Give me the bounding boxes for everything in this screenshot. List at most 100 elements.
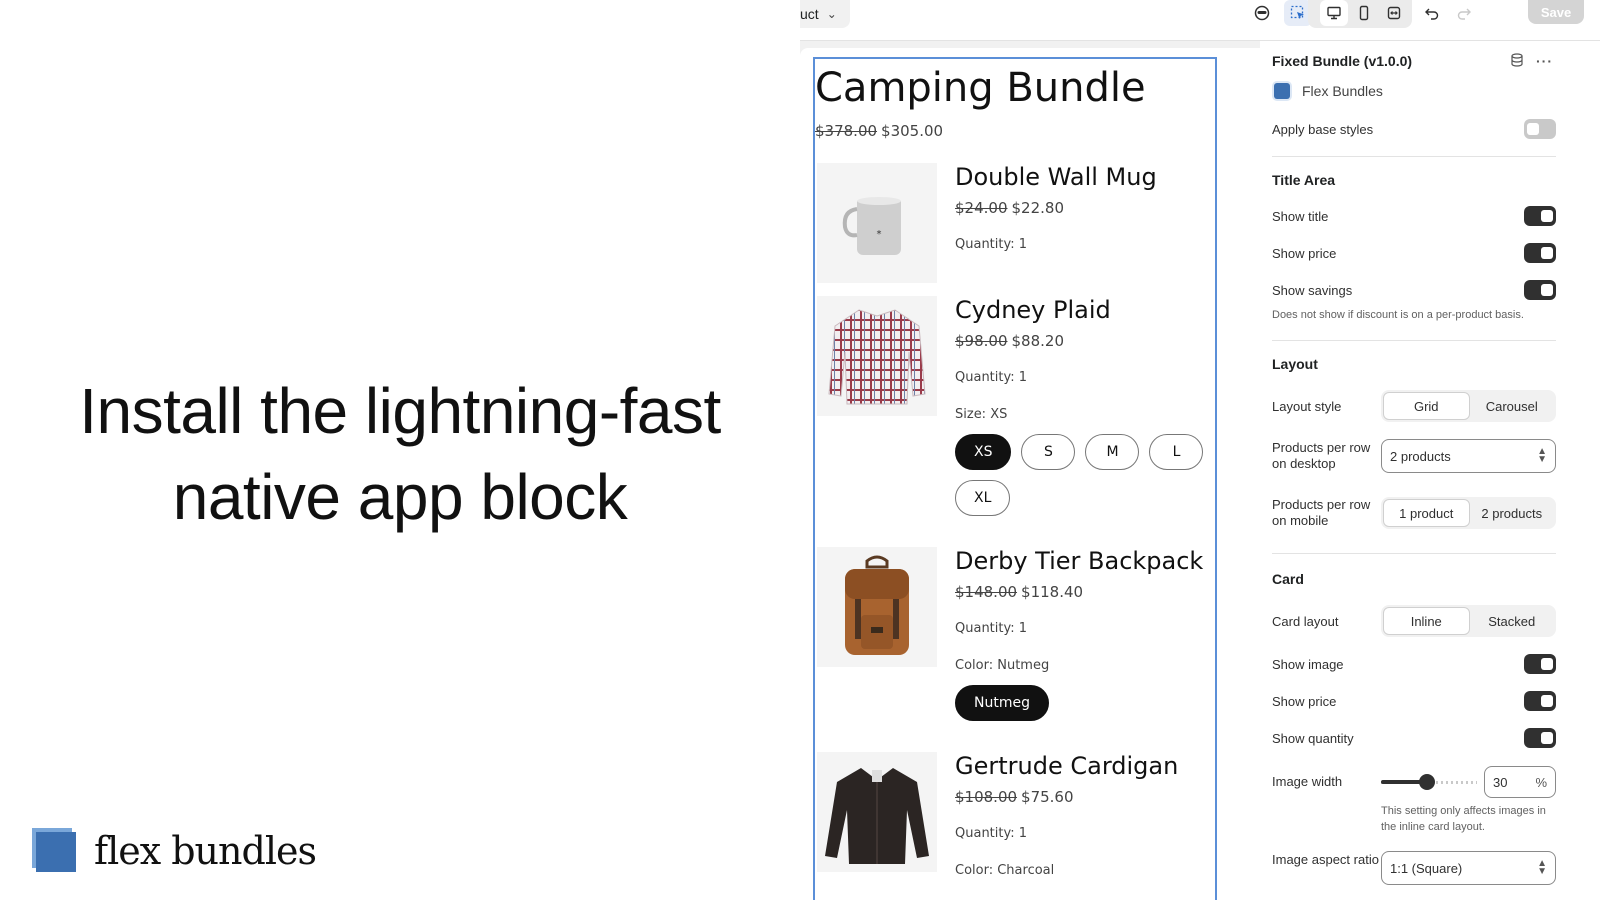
app-source: Flex Bundles — [1274, 83, 1383, 99]
block-settings-panel: Fixed Bundle (v1.0.0) ··· Flex Bundles A… — [1260, 41, 1600, 900]
color-option-nutmeg[interactable]: Nutmeg — [955, 685, 1049, 721]
per-row-mobile-segmented: 1 product 2 products — [1381, 497, 1556, 529]
product-image-cardigan[interactable] — [817, 752, 937, 872]
per-row-desktop-value: 2 products — [1390, 448, 1451, 464]
product-name: Gertrude Cardigan — [955, 752, 1179, 780]
save-button[interactable]: Save — [1528, 0, 1584, 24]
bundle-sale-price: $305.00 — [881, 122, 944, 140]
setting-show-quantity: Show quantity — [1272, 728, 1556, 748]
setting-label: Show image — [1272, 656, 1344, 672]
product-price: $24.00 $22.80 — [955, 199, 1215, 217]
select-arrows-icon: ▲ ▼ — [1537, 858, 1547, 877]
more-options-icon[interactable]: ··· — [1536, 53, 1553, 70]
slider-handle[interactable] — [1419, 774, 1435, 790]
layout-style-grid[interactable]: Grid — [1383, 392, 1470, 420]
template-selector[interactable]: uct ⌄ — [800, 0, 850, 28]
per-row-mobile-label: Products per row on mobile — [1272, 497, 1371, 528]
show-quantity-toggle[interactable] — [1524, 728, 1556, 748]
product-option-label: Size: XS — [955, 407, 1008, 422]
flex-bundles-app-icon — [1274, 83, 1290, 99]
section-title-area: Title Area — [1272, 172, 1336, 188]
product-compare-price: $24.00 — [955, 199, 1008, 217]
product-sale-price: $118.40 — [1021, 583, 1084, 601]
setting-apply-base-styles: Apply base styles — [1272, 119, 1556, 139]
headline-line-1: Install the lightning-fast — [79, 375, 721, 447]
product-sale-price: $22.80 — [1011, 199, 1065, 217]
per-row-mobile-1[interactable]: 1 product — [1383, 499, 1470, 527]
card-layout-label: Card layout — [1272, 614, 1339, 629]
product-price: $108.00 $75.60 — [955, 788, 1215, 806]
product-quantity: Quantity: 1 — [955, 826, 1028, 841]
setting-label: Apply base styles — [1272, 121, 1374, 137]
setting-card-show-price: Show price — [1272, 691, 1556, 711]
size-option-xl[interactable]: XL — [955, 480, 1011, 516]
setting-label: Show title — [1272, 208, 1329, 224]
desktop-icon[interactable] — [1320, 0, 1348, 26]
size-option-xs[interactable]: XS — [955, 434, 1012, 470]
card-layout-inline[interactable]: Inline — [1383, 607, 1470, 635]
card-layout-stacked[interactable]: Stacked — [1470, 607, 1555, 635]
per-row-desktop-select[interactable]: 2 products ▲ ▼ — [1381, 439, 1556, 473]
storefront-preview: Camping Bundle $378.00 $305.00 * Double W… — [800, 48, 1276, 900]
savings-help-text: Does not show if discount is on a per-pr… — [1272, 309, 1524, 321]
per-row-desktop-label: Products per row on desktop — [1272, 440, 1371, 471]
apply-base-styles-toggle[interactable] — [1524, 119, 1556, 139]
card-show-price-toggle[interactable] — [1524, 691, 1556, 711]
image-width-slider[interactable] — [1381, 772, 1477, 792]
svg-text:*: * — [877, 229, 882, 240]
size-option-l[interactable]: L — [1149, 434, 1204, 470]
setting-label: Show price — [1272, 245, 1337, 261]
image-width-help-text: This setting only affects images in the … — [1381, 805, 1546, 833]
product-name: Double Wall Mug — [955, 163, 1157, 191]
product-compare-price: $98.00 — [955, 332, 1008, 350]
show-price-toggle[interactable] — [1524, 243, 1556, 263]
setting-show-title: Show title — [1272, 206, 1556, 226]
section-card: Card — [1272, 571, 1304, 587]
database-icon[interactable] — [1510, 53, 1524, 70]
setting-show-price: Show price — [1272, 243, 1556, 263]
size-option-m[interactable]: M — [1085, 434, 1140, 470]
redo-icon[interactable] — [1450, 0, 1478, 26]
show-savings-toggle[interactable] — [1524, 280, 1556, 300]
setting-label: Show price — [1272, 693, 1337, 709]
select-arrows-icon: ▲ ▼ — [1537, 446, 1547, 465]
product-image-backpack[interactable] — [817, 547, 937, 667]
mobile-icon[interactable] — [1350, 0, 1378, 26]
product-compare-price: $108.00 — [955, 788, 1018, 806]
theme-editor: uct ⌄ Save Camping Bundle $378.00 $305.0… — [800, 0, 1600, 900]
setting-show-image: Show image — [1272, 654, 1556, 674]
brand-name: flex bundles — [94, 829, 317, 873]
image-width-input[interactable]: 30 % — [1484, 766, 1556, 798]
card-layout-segmented: Inline Stacked — [1381, 605, 1556, 637]
divider — [1272, 156, 1556, 157]
aspect-ratio-select[interactable]: 1:1 (Square) ▲ ▼ — [1381, 851, 1556, 885]
product-image-mug[interactable]: * — [817, 163, 937, 283]
bundle-price: $378.00 $305.00 — [815, 122, 943, 140]
product-image-plaid-shirt[interactable] — [817, 296, 937, 416]
aspect-ratio-value: 1:1 (Square) — [1390, 860, 1463, 876]
brand-lockup: flex bundles — [32, 828, 317, 874]
undo-icon[interactable] — [1418, 0, 1446, 26]
fullwidth-icon[interactable] — [1380, 0, 1408, 26]
aspect-ratio-label: Image aspect ratio — [1272, 852, 1379, 867]
divider — [1272, 553, 1556, 554]
setting-show-savings: Show savings — [1272, 280, 1556, 300]
mask-icon[interactable] — [1248, 0, 1276, 26]
product-price: $148.00 $118.40 — [955, 583, 1215, 601]
app-name: Flex Bundles — [1302, 83, 1383, 99]
show-image-toggle[interactable] — [1524, 654, 1556, 674]
product-sale-price: $75.60 — [1021, 788, 1074, 806]
per-row-mobile-2[interactable]: 2 products — [1470, 499, 1555, 527]
bundle-block[interactable]: Camping Bundle $378.00 $305.00 * Double W… — [813, 57, 1217, 900]
product-quantity: Quantity: 1 — [955, 237, 1028, 252]
image-width-unit: % — [1535, 774, 1547, 790]
layout-style-segmented: Grid Carousel — [1381, 390, 1556, 422]
show-title-toggle[interactable] — [1524, 206, 1556, 226]
divider — [1272, 340, 1556, 341]
layout-style-carousel[interactable]: Carousel — [1470, 392, 1555, 420]
section-layout: Layout — [1272, 356, 1318, 372]
template-selector-label: uct — [800, 6, 819, 22]
setting-label: Show quantity — [1272, 730, 1354, 746]
marketing-panel: Install the lightning-fast native app bl… — [0, 0, 800, 900]
size-option-s[interactable]: S — [1021, 434, 1076, 470]
